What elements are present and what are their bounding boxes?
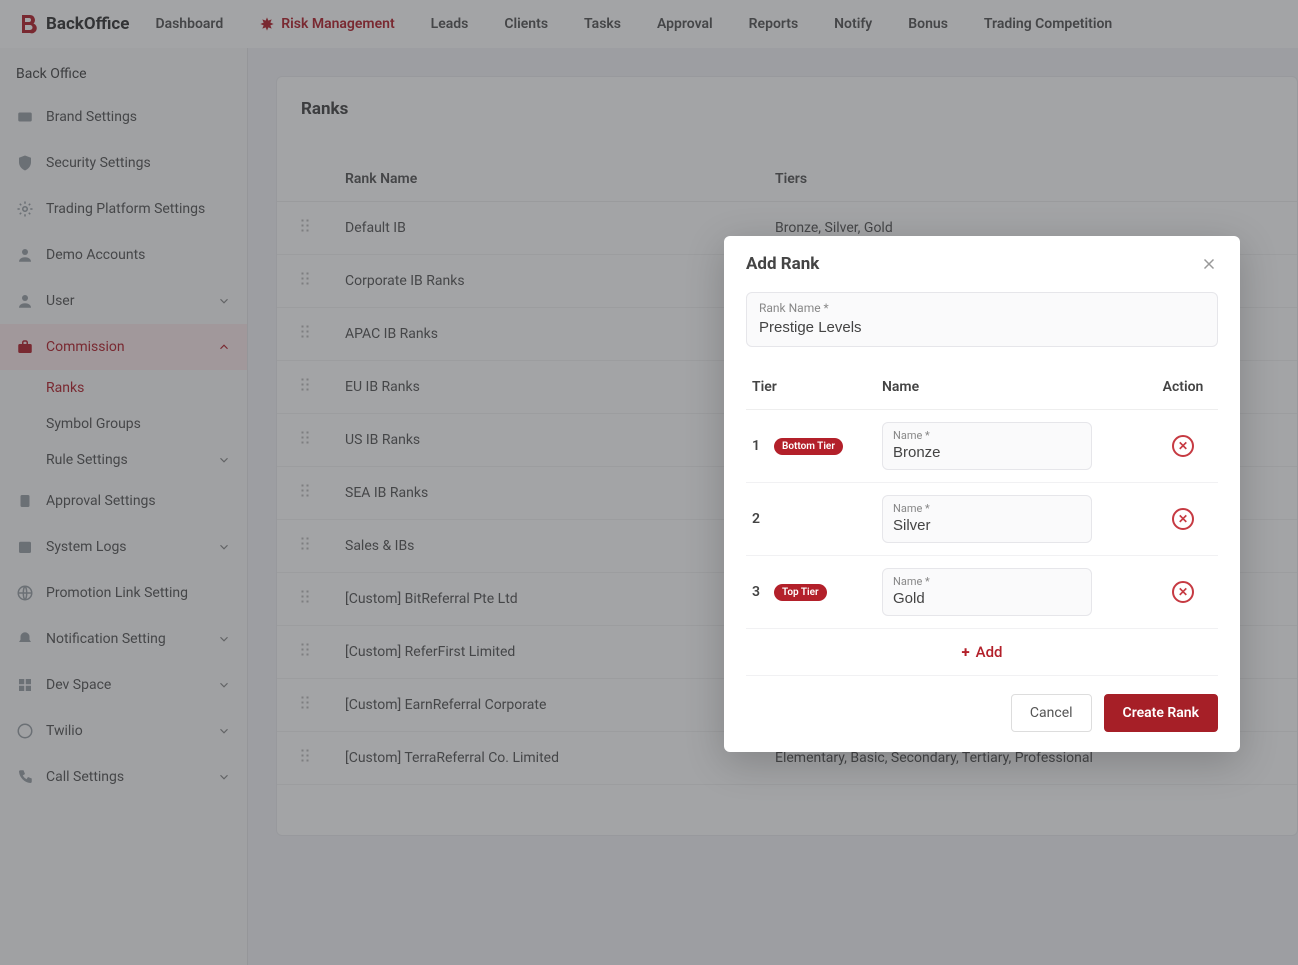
tier-name-input[interactable]	[893, 444, 1081, 461]
tier-number: 2	[746, 511, 766, 527]
close-icon[interactable]	[1200, 255, 1218, 273]
remove-tier-button[interactable]: ✕	[1172, 581, 1194, 603]
tier-table-head: Tier Name Action	[746, 371, 1218, 410]
tier-name-label: Name *	[893, 575, 1081, 588]
tier-name-input[interactable]	[893, 590, 1081, 607]
rank-name-input[interactable]	[759, 319, 1205, 336]
tier-row: 1 Bottom Tier Name * ✕	[746, 410, 1218, 483]
rank-name-label: Rank Name *	[759, 301, 1205, 315]
create-rank-button[interactable]: Create Rank	[1104, 694, 1218, 732]
modal-title: Add Rank	[746, 254, 819, 274]
tier-number: 1	[746, 438, 766, 454]
tier-name-label: Name *	[893, 429, 1081, 442]
th-name: Name	[882, 379, 1148, 395]
tier-badge: Bottom Tier	[774, 438, 843, 455]
tier-row: 2 Name * ✕	[746, 483, 1218, 556]
tier-number: 3	[746, 584, 766, 600]
tier-name-field[interactable]: Name *	[882, 422, 1092, 470]
tier-name-label: Name *	[893, 502, 1081, 515]
cancel-button[interactable]: Cancel	[1011, 694, 1092, 732]
remove-tier-button[interactable]: ✕	[1172, 435, 1194, 457]
add-rank-modal: Add Rank Rank Name * Tier Name Action 1B…	[724, 236, 1240, 752]
tier-row: 3 Top Tier Name * ✕	[746, 556, 1218, 629]
remove-tier-button[interactable]: ✕	[1172, 508, 1194, 530]
plus-icon: +	[961, 643, 969, 661]
tier-name-field[interactable]: Name *	[882, 568, 1092, 616]
th-tier: Tier	[746, 379, 882, 395]
th-action: Action	[1148, 379, 1218, 395]
add-tier-button[interactable]: +Add	[746, 629, 1218, 676]
tier-name-field[interactable]: Name *	[882, 495, 1092, 543]
rank-name-field[interactable]: Rank Name *	[746, 292, 1218, 347]
tier-name-input[interactable]	[893, 517, 1081, 534]
tier-badge: Top Tier	[774, 584, 827, 601]
